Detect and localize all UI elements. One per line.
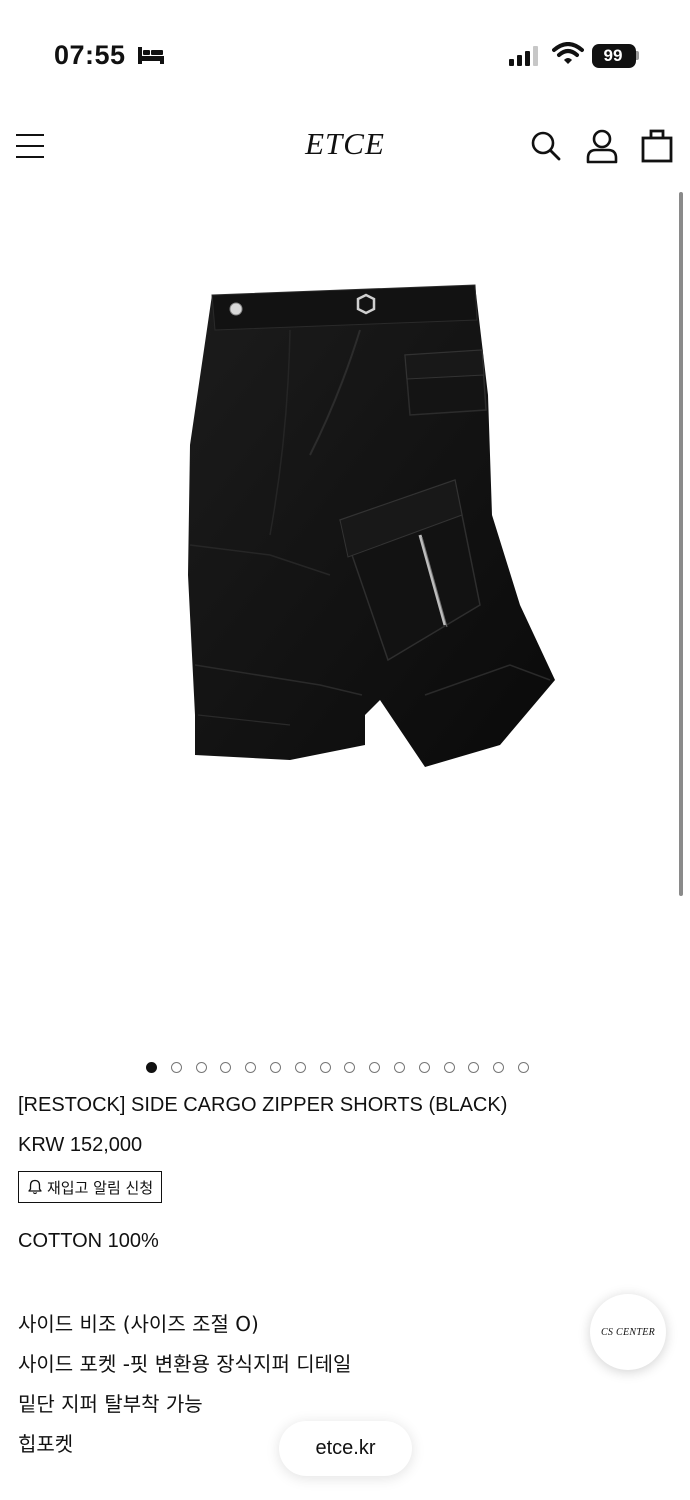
cs-center-button[interactable]: CS CENTER [590, 1294, 666, 1370]
carousel-dot[interactable] [319, 1062, 331, 1073]
carousel-dot[interactable] [294, 1062, 306, 1073]
site-logo[interactable]: ETCE [245, 126, 445, 162]
shopping-bag-icon [641, 129, 673, 163]
status-bar: 07:55 99 [0, 0, 690, 110]
description-line: 힙포켓 [18, 1432, 74, 1456]
account-button[interactable] [585, 128, 619, 164]
browser-url-bar[interactable]: etce.kr [279, 1421, 412, 1476]
battery-level: 99 [603, 46, 623, 65]
carousel-dot[interactable] [443, 1062, 455, 1073]
scrollbar[interactable] [679, 192, 683, 896]
search-button[interactable] [529, 128, 563, 164]
wifi-icon [552, 42, 584, 64]
carousel-dot[interactable] [269, 1062, 281, 1073]
product-price: KRW 152,000 [18, 1134, 143, 1156]
product-image[interactable] [170, 275, 570, 785]
carousel-dot[interactable] [493, 1062, 505, 1073]
carousel-dot[interactable] [393, 1062, 405, 1073]
carousel-dot[interactable] [170, 1062, 182, 1073]
description-line: 밑단 지퍼 탈부착 가능 [18, 1392, 203, 1416]
battery-cap [636, 51, 639, 60]
description-line: 사이드 포켓 -핏 변환용 장식지퍼 디테일 [18, 1352, 352, 1376]
product-title: [RESTOCK] SIDE CARGO ZIPPER SHORTS (BLAC… [18, 1094, 508, 1116]
user-icon [586, 129, 618, 164]
carousel-dot[interactable] [195, 1062, 207, 1073]
carousel-dot[interactable] [369, 1062, 381, 1073]
bed-icon [138, 47, 164, 64]
site-header: ETCE [0, 112, 690, 182]
url-text: etce.kr [315, 1437, 376, 1459]
restock-alert-label: 재입고 알림 신청 [47, 1178, 154, 1197]
carousel-dot[interactable] [468, 1062, 480, 1073]
bell-icon [28, 1179, 42, 1195]
product-material: COTTON 100% [18, 1230, 159, 1252]
carousel-dot[interactable] [418, 1062, 430, 1073]
cs-center-label: CS CENTER [600, 1326, 656, 1338]
carousel-dot[interactable] [344, 1062, 356, 1073]
description-line: 사이드 비조 (사이즈 조절 O) [18, 1312, 259, 1336]
carousel-dots [146, 1062, 529, 1076]
cellular-signal-icon [509, 46, 538, 66]
carousel-dot[interactable] [245, 1062, 257, 1073]
battery-indicator: 99 [592, 44, 636, 68]
cart-button[interactable] [640, 128, 674, 164]
search-icon [531, 131, 561, 161]
restock-alert-button[interactable]: 재입고 알림 신청 [18, 1171, 163, 1203]
carousel-dot[interactable] [517, 1062, 529, 1073]
hamburger-menu-icon[interactable] [16, 134, 44, 158]
carousel-dot[interactable] [220, 1062, 232, 1073]
carousel-dot[interactable] [146, 1062, 157, 1073]
status-time: 07:55 [54, 40, 126, 70]
